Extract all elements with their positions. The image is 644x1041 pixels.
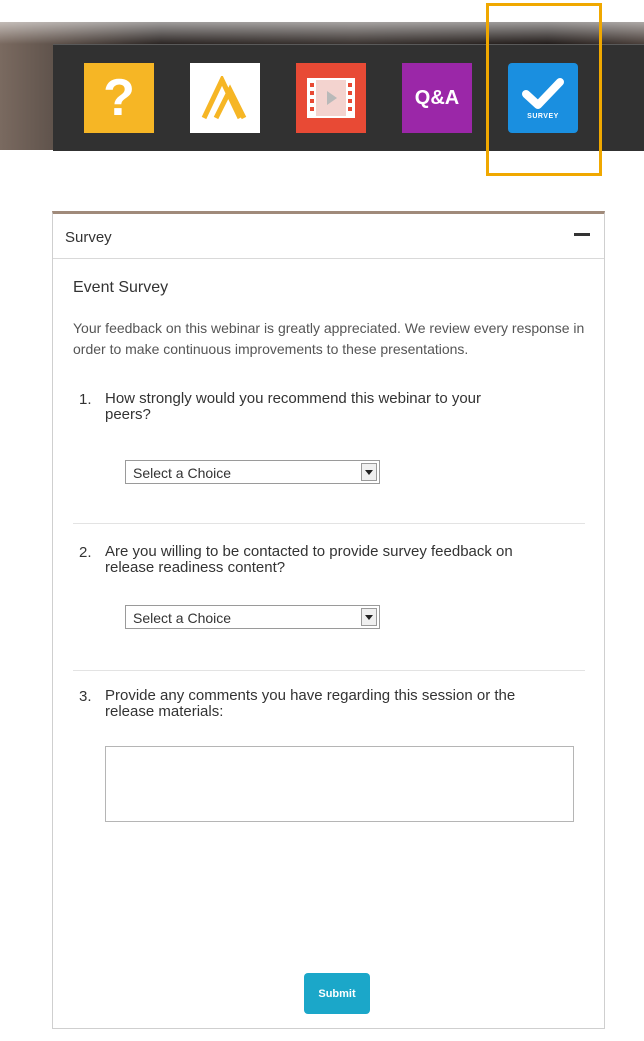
video-icon[interactable]: [296, 63, 366, 133]
divider: [73, 670, 585, 671]
minimize-icon[interactable]: [574, 233, 590, 236]
chevron-down-icon[interactable]: [361, 463, 377, 481]
qa-label: Q&A: [414, 86, 460, 109]
logo-mark-icon: [201, 76, 247, 120]
survey-icon-highlight: [486, 3, 602, 176]
select-value: Select a Choice: [133, 610, 232, 626]
submit-button[interactable]: Submit: [304, 973, 370, 1014]
event-survey-title: Event Survey: [73, 279, 169, 296]
film-strip-icon: [307, 78, 355, 118]
survey-panel: Survey Event Survey Your feedback on thi…: [52, 211, 605, 1029]
question-number: 3.: [79, 688, 92, 705]
chevron-down-icon[interactable]: [361, 608, 377, 626]
question-text: Provide any comments you have regarding …: [105, 687, 516, 720]
help-glyph: ?: [103, 69, 135, 127]
question-number: 2.: [79, 544, 92, 561]
select-value: Select a Choice: [133, 465, 232, 481]
panel-header: Survey: [53, 214, 604, 259]
qa-icon[interactable]: Q&A: [402, 63, 472, 133]
question-text: How strongly would you recommend this we…: [105, 390, 482, 423]
logo-icon[interactable]: [190, 63, 260, 133]
question-number: 1.: [79, 391, 92, 408]
survey-intro-text: Your feedback on this webinar is greatly…: [73, 320, 585, 357]
help-icon[interactable]: ?: [84, 63, 154, 133]
contact-select[interactable]: Select a Choice: [125, 605, 380, 629]
panel-title: Survey: [65, 229, 112, 246]
question-text: Are you willing to be contacted to provi…: [105, 543, 513, 576]
comments-textarea[interactable]: [105, 746, 574, 822]
divider: [73, 523, 585, 524]
recommend-select[interactable]: Select a Choice: [125, 460, 380, 484]
